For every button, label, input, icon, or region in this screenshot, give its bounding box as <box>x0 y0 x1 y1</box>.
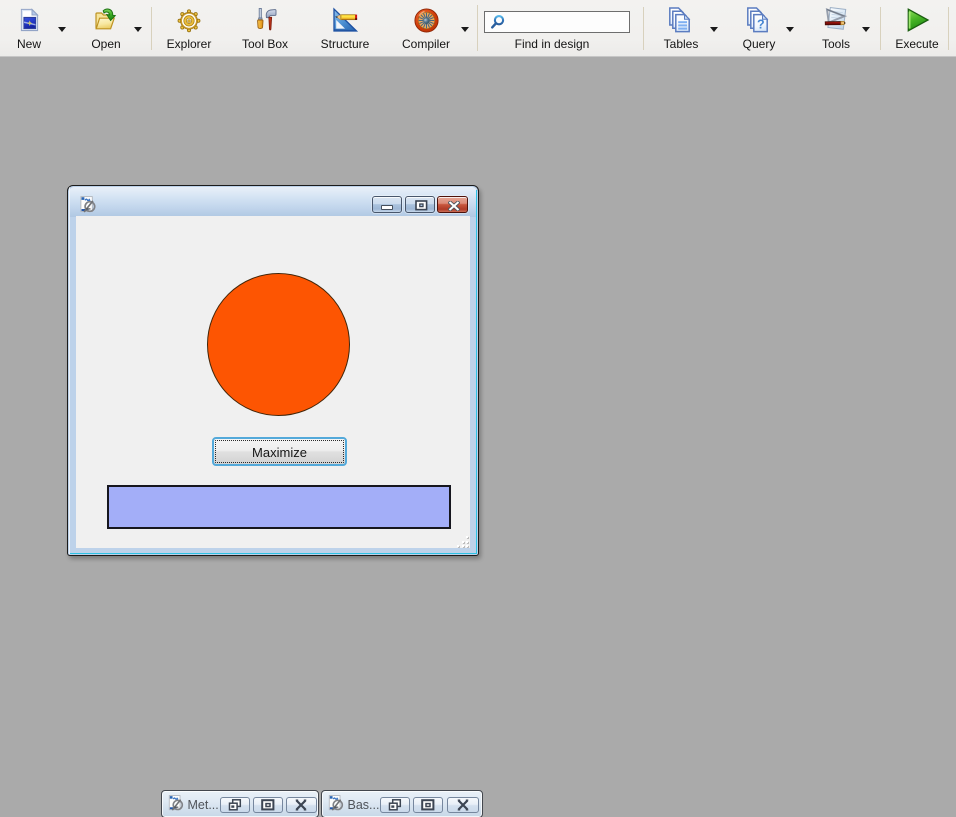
svg-text:?: ? <box>757 18 765 32</box>
